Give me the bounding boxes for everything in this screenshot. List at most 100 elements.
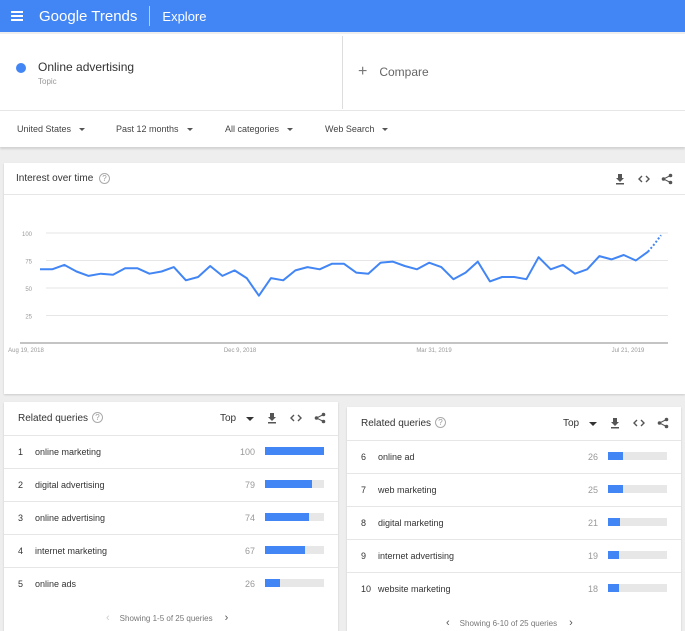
list-item[interactable]: 8 digital marketing 21 xyxy=(347,507,681,540)
query-rank: 9 xyxy=(361,551,367,561)
query-text: internet advertising xyxy=(378,551,455,561)
query-value: 19 xyxy=(587,551,598,561)
panel-title: Interest over time xyxy=(16,173,94,184)
hamburger-menu-icon[interactable] xyxy=(11,11,23,21)
query-rank: 1 xyxy=(18,447,24,457)
y-tick-label: 75 xyxy=(25,260,32,266)
help-icon[interactable]: ? xyxy=(99,173,110,184)
top-rising-select[interactable]: Top xyxy=(563,418,598,429)
filter-bar: United States Past 12 months All categor… xyxy=(0,110,685,147)
embed-icon[interactable] xyxy=(638,173,650,185)
chevron-down-icon xyxy=(287,127,294,131)
query-value: 26 xyxy=(587,452,598,462)
x-tick-label: Aug 19, 2018 xyxy=(8,348,44,354)
list-item[interactable]: 2 digital advertising 79 xyxy=(4,469,338,502)
query-bar xyxy=(608,452,667,460)
query-rank: 2 xyxy=(18,480,24,490)
filter-geo[interactable]: United States xyxy=(17,124,86,134)
panel-title: Related queries xyxy=(361,418,432,429)
query-bar xyxy=(608,485,667,493)
query-bar-fill xyxy=(265,447,324,455)
x-tick-label: Jul 21, 2019 xyxy=(612,348,645,354)
query-bar-fill xyxy=(608,551,620,559)
list-item[interactable]: 3 online advertising 74 xyxy=(4,502,338,535)
interest-over-time-panel: Interest over time ? 100 75 50 25 Aug 19, 20… xyxy=(4,163,685,394)
query-bar xyxy=(265,447,324,455)
top-app-bar: Google Trends Explore xyxy=(0,0,685,32)
download-icon[interactable] xyxy=(614,173,626,185)
help-icon[interactable]: ? xyxy=(435,417,446,428)
query-text: online ads xyxy=(35,579,77,589)
y-tick-label: 100 xyxy=(22,232,33,238)
query-bar xyxy=(265,546,324,554)
list-item[interactable]: 9 internet advertising 19 xyxy=(347,540,681,573)
compare-label: Compare xyxy=(379,65,429,79)
top-rising-select[interactable]: Top xyxy=(220,413,255,424)
query-value: 100 xyxy=(239,447,255,457)
chevron-left-icon[interactable]: ‹ xyxy=(446,617,450,629)
pagination: ‹ Showing 6-10 of 25 queries › xyxy=(446,617,573,629)
chevron-left-icon[interactable]: ‹ xyxy=(106,612,110,624)
query-rank: 5 xyxy=(18,579,24,589)
filter-property-label: Web Search xyxy=(325,124,375,134)
y-tick-label: 50 xyxy=(25,287,32,293)
query-bar xyxy=(265,579,324,587)
query-bar-fill xyxy=(608,584,619,592)
query-bar xyxy=(265,513,324,521)
interest-line-chart[interactable]: 100 75 50 25 Aug 19, 2018 Dec 9, 2018 Mar 31, … xyxy=(4,195,685,393)
list-item[interactable]: 1 online marketing 100 xyxy=(4,436,338,469)
compare-button[interactable]: + Compare xyxy=(358,63,429,80)
filter-category-label: All categories xyxy=(225,124,280,134)
download-icon[interactable] xyxy=(609,417,621,429)
query-bar-fill xyxy=(265,480,312,488)
query-bar-fill xyxy=(265,579,281,587)
pagination-label: Showing 6-10 of 25 queries xyxy=(459,618,558,628)
plus-icon: + xyxy=(358,63,368,80)
share-icon[interactable] xyxy=(314,412,326,424)
query-rank: 6 xyxy=(361,452,367,462)
list-item[interactable]: 10 website marketing 18 xyxy=(347,573,681,606)
download-icon[interactable] xyxy=(266,412,278,424)
page-title: Explore xyxy=(162,8,207,24)
share-icon[interactable] xyxy=(661,173,673,185)
query-value: 18 xyxy=(587,584,598,594)
query-bar-fill xyxy=(265,546,305,554)
query-text: online advertising xyxy=(35,513,106,523)
query-rank: 3 xyxy=(18,513,24,523)
query-text: internet marketing xyxy=(35,546,108,556)
header-divider xyxy=(149,6,151,26)
chevron-right-icon[interactable]: › xyxy=(225,612,229,624)
query-value: 67 xyxy=(244,546,255,556)
list-item[interactable]: 4 internet marketing 67 xyxy=(4,535,338,568)
filter-time[interactable]: Past 12 months xyxy=(116,124,193,134)
query-value: 25 xyxy=(587,485,598,495)
list-item[interactable]: 5 online ads 26 xyxy=(4,568,338,601)
list-item[interactable]: 7 web marketing 25 xyxy=(347,474,681,507)
x-tick-label: Dec 9, 2018 xyxy=(224,348,257,354)
filter-time-label: Past 12 months xyxy=(116,124,179,134)
help-icon[interactable]: ? xyxy=(92,412,103,423)
query-text: website marketing xyxy=(378,584,451,594)
top-select-label: Top xyxy=(220,413,237,424)
filter-category[interactable]: All categories xyxy=(225,124,294,134)
query-rank: 4 xyxy=(18,546,24,556)
search-term-card[interactable]: Online advertising Topic xyxy=(2,36,343,109)
y-tick-label: 25 xyxy=(25,315,32,321)
query-value: 26 xyxy=(244,579,255,589)
chevron-down-icon xyxy=(382,127,389,131)
query-text: online marketing xyxy=(35,447,102,457)
term-type: Topic xyxy=(38,77,57,86)
google-trends-logo[interactable]: Google Trends xyxy=(39,8,137,25)
query-bar xyxy=(608,518,667,526)
list-item[interactable]: 6 online ad 26 xyxy=(347,441,681,474)
embed-icon[interactable] xyxy=(633,417,645,429)
embed-icon[interactable] xyxy=(290,412,302,424)
filter-property[interactable]: Web Search xyxy=(325,124,389,134)
chevron-right-icon[interactable]: › xyxy=(569,617,573,629)
query-text: digital marketing xyxy=(378,518,444,528)
share-icon[interactable] xyxy=(657,417,669,429)
x-tick-label: Mar 31, 2019 xyxy=(416,348,452,354)
query-bar-fill xyxy=(265,513,309,521)
query-bar xyxy=(265,480,324,488)
chevron-down-icon xyxy=(246,416,255,421)
